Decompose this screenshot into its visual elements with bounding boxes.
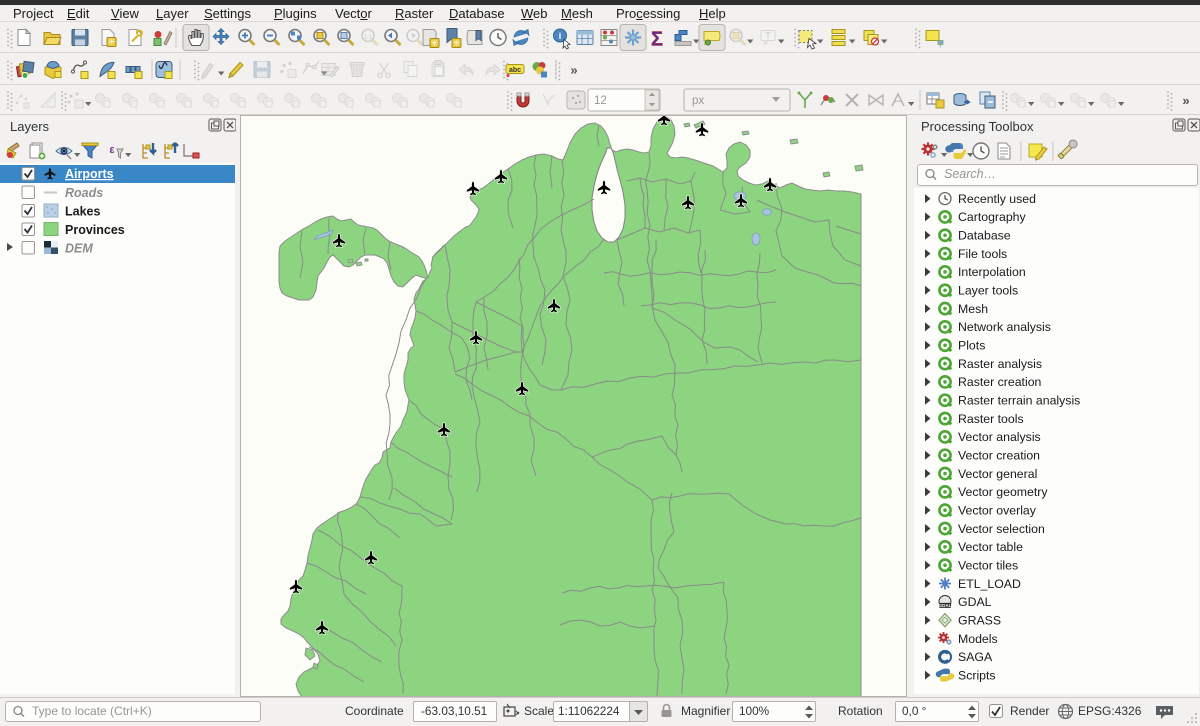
svg-text:Vector analysis: Vector analysis	[958, 430, 1041, 444]
svg-text:Raster terrain analysis: Raster terrain analysis	[958, 394, 1080, 408]
svg-text:1:1: 1:1	[364, 35, 373, 41]
svg-text:Models: Models	[958, 632, 998, 646]
svg-text:ε: ε	[109, 144, 115, 156]
svg-text:✳: ✳	[453, 38, 461, 48]
svg-text:✳: ✳	[108, 37, 116, 47]
svg-text:i: i	[559, 31, 562, 41]
svg-text:GDAL: GDAL	[939, 603, 952, 608]
svg-text:Vector creation: Vector creation	[958, 449, 1040, 463]
svg-text:Database: Database	[958, 229, 1011, 243]
svg-text:ETL_LOAD: ETL_LOAD	[958, 577, 1021, 591]
svg-text:Raster analysis: Raster analysis	[958, 357, 1042, 371]
svg-text:Vector table: Vector table	[958, 540, 1023, 554]
svg-text:Scripts: Scripts	[958, 668, 996, 682]
svg-text:GDAL: GDAL	[958, 595, 992, 609]
svg-text:»: »	[570, 63, 577, 78]
svg-text:DEM: DEM	[65, 242, 93, 256]
svg-text:Vector tiles: Vector tiles	[958, 559, 1018, 573]
svg-text:Provinces: Provinces	[65, 223, 125, 237]
svg-text:Raster creation: Raster creation	[958, 375, 1042, 389]
svg-text:Airports: Airports	[65, 167, 114, 181]
svg-text:GRASS: GRASS	[958, 613, 1001, 627]
svg-text:Mesh: Mesh	[958, 302, 988, 316]
svg-text:SAGA: SAGA	[958, 650, 993, 664]
svg-text:Vector overlay: Vector overlay	[958, 504, 1037, 518]
svg-text:Roads: Roads	[65, 186, 103, 200]
svg-text:Plots: Plots	[958, 339, 985, 353]
svg-text:✳: ✳	[431, 38, 439, 48]
svg-text:Recently used: Recently used	[958, 192, 1036, 206]
svg-text:Vector geometry: Vector geometry	[958, 485, 1048, 499]
svg-text:Raster tools: Raster tools	[958, 412, 1024, 426]
svg-text:T: T	[765, 31, 771, 41]
svg-text:abc: abc	[509, 67, 521, 74]
svg-text:px: px	[692, 95, 704, 107]
svg-text:File tools: File tools	[958, 247, 1007, 261]
svg-text:»: »	[1182, 93, 1189, 108]
svg-text:Σ: Σ	[651, 29, 663, 51]
svg-text:Interpolation: Interpolation	[958, 265, 1026, 279]
svg-text:12: 12	[594, 95, 607, 107]
svg-text:Layer tools: Layer tools	[958, 284, 1018, 298]
svg-text:Vector general: Vector general	[958, 467, 1037, 481]
svg-text:Vector selection: Vector selection	[958, 522, 1045, 536]
svg-text:Cartography: Cartography	[958, 210, 1027, 224]
svg-text:Network analysis: Network analysis	[958, 320, 1051, 334]
svg-text:Lakes: Lakes	[65, 205, 100, 219]
